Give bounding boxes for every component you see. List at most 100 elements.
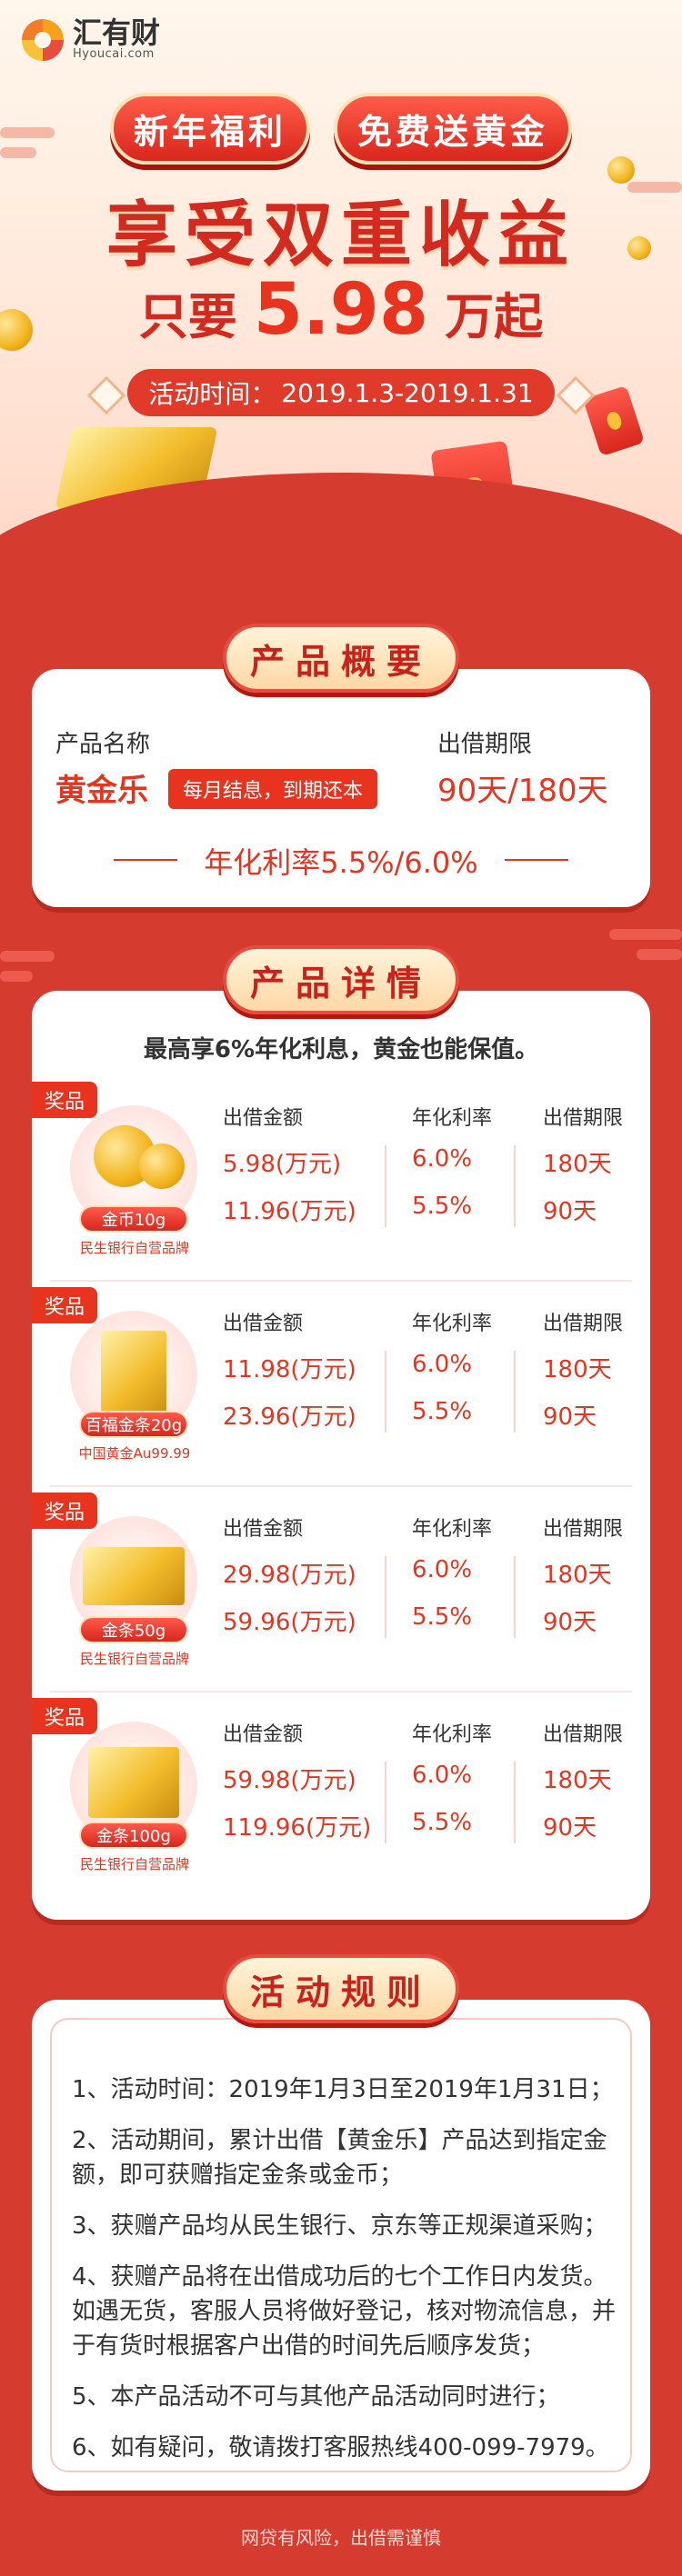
header-rate: 年化利率 bbox=[412, 1107, 493, 1130]
brand-domain: Hyoucai.com bbox=[73, 47, 155, 61]
prize-tag: 奖品 bbox=[32, 1287, 98, 1323]
column-divider bbox=[385, 1351, 386, 1433]
cell-rate: 5.5% bbox=[412, 1398, 473, 1425]
hero-ribbons: 新年福利 免费送黄金 bbox=[0, 93, 682, 165]
prize-badge: 百福金条20g bbox=[79, 1411, 188, 1438]
hero-headline: 享受双重收益 bbox=[105, 195, 576, 276]
prize-tag: 奖品 bbox=[32, 1698, 98, 1734]
prize-badge: 金币10g bbox=[79, 1205, 188, 1233]
cell-term: 180天 bbox=[543, 1356, 612, 1383]
header-term: 出借期限 bbox=[543, 1518, 624, 1541]
column-divider bbox=[385, 1556, 386, 1638]
header-term: 出借期限 bbox=[543, 1723, 624, 1746]
prize-divider bbox=[50, 1691, 632, 1692]
prize-brand: 民生银行自营品牌 bbox=[79, 1240, 189, 1256]
cell-term: 90天 bbox=[543, 1814, 597, 1842]
header-amount: 出借金额 bbox=[223, 1313, 304, 1335]
gold-bar-icon bbox=[83, 1547, 185, 1605]
gold-bar-icon bbox=[101, 1331, 166, 1418]
hero-wave bbox=[0, 473, 682, 636]
prize-item: 奖品 百福金条20g 中国黄金Au99.99 出借金额 年化利率 出借期限 11… bbox=[32, 1287, 650, 1487]
prize-divider bbox=[50, 1485, 632, 1487]
cell-term: 180天 bbox=[543, 1151, 612, 1178]
deco-line bbox=[0, 951, 55, 962]
brand-logo[interactable]: 汇有财 Hyoucai.com bbox=[22, 18, 160, 61]
product-tag: 每月结息，到期还本 bbox=[168, 769, 378, 809]
gold-bar-icon bbox=[88, 1747, 179, 1818]
ribbon-new-year: 新年福利 bbox=[109, 93, 310, 165]
cell-rate: 6.0% bbox=[412, 1762, 473, 1789]
deco-line bbox=[609, 929, 682, 940]
cell-rate: 5.5% bbox=[412, 1603, 473, 1631]
ribbon-free-gold: 免费送黄金 bbox=[334, 93, 573, 165]
activity-time-value: 2019.1.3-2019.1.31 bbox=[281, 377, 534, 408]
rules-card: 1、活动时间：2019年1月3日至2019年1月31日； 2、活动期间，累计出借… bbox=[32, 2000, 650, 2491]
column-divider bbox=[514, 1556, 516, 1638]
cell-rate: 6.0% bbox=[412, 1556, 473, 1583]
hero-banner: 汇有财 Hyoucai.com 新年福利 免费送黄金 享受双重收益 只要 5.98… bbox=[0, 0, 682, 636]
cell-term: 90天 bbox=[543, 1403, 597, 1431]
hero-subline: 只要 5.98 万起 bbox=[0, 269, 682, 351]
section-title-overview: 产品概要 bbox=[223, 624, 459, 693]
cell-term: 90天 bbox=[543, 1198, 597, 1225]
subline-prefix: 只要 bbox=[138, 288, 237, 345]
logo-icon bbox=[22, 18, 64, 61]
cell-amount: 59.96(万元) bbox=[223, 1609, 356, 1636]
rule-item: 1、活动时间：2019年1月3日至2019年1月31日； bbox=[72, 2076, 614, 2103]
cell-amount: 29.98(万元) bbox=[223, 1562, 356, 1589]
column-divider bbox=[385, 1762, 386, 1843]
header-amount: 出借金额 bbox=[223, 1723, 304, 1746]
rule-item: 3、获赠产品均从民生银行、京东等正规渠道采购； bbox=[72, 2212, 607, 2240]
activity-time-pill: 活动时间： 2019.1.3-2019.1.31 bbox=[127, 369, 555, 416]
prize-divider bbox=[50, 1280, 632, 1282]
header-rate: 年化利率 bbox=[412, 1313, 493, 1335]
header-term: 出借期限 bbox=[543, 1107, 624, 1130]
deco-line bbox=[637, 949, 682, 960]
subline-suffix: 万起 bbox=[445, 288, 544, 345]
product-term-label: 出借期限 bbox=[437, 731, 533, 758]
prize-brand: 中国黄金Au99.99 bbox=[78, 1445, 191, 1462]
product-rate: 年化利率5.5%/6.0% bbox=[204, 845, 478, 880]
rate-row: 年化利率5.5%/6.0% bbox=[32, 836, 650, 882]
cell-term: 90天 bbox=[543, 1609, 597, 1636]
column-divider bbox=[514, 1145, 516, 1227]
cell-amount: 23.96(万元) bbox=[223, 1403, 356, 1431]
prize-brand: 民生银行自营品牌 bbox=[79, 1856, 189, 1872]
cell-rate: 6.0% bbox=[412, 1145, 473, 1173]
rule-item: 4、获赠产品将在出借成功后的七个工作日内发货。如遇无货，客服人员将做好登记，核对… bbox=[72, 2263, 617, 2360]
brand-name: 汇有财 bbox=[73, 15, 161, 50]
product-term-value: 90天/180天 bbox=[437, 773, 608, 809]
cell-term: 180天 bbox=[543, 1767, 612, 1794]
header-rate: 年化利率 bbox=[412, 1723, 493, 1746]
activity-time-label: 活动时间： bbox=[148, 379, 276, 409]
rule-item: 5、本产品活动不可与其他产品活动同时进行； bbox=[72, 2383, 560, 2411]
cell-amount: 11.96(万元) bbox=[223, 1198, 356, 1225]
prize-badge: 金条50g bbox=[79, 1616, 188, 1643]
risk-disclaimer: 网贷有风险，出借需谨慎 bbox=[241, 2527, 441, 2549]
deco-line bbox=[0, 971, 33, 982]
header-rate: 年化利率 bbox=[412, 1518, 493, 1541]
prize-tag: 奖品 bbox=[32, 1493, 98, 1529]
details-intro: 最高享6%年化利息，黄金也能保值。 bbox=[143, 1036, 539, 1063]
prize-item: 奖品 金条50g 民生银行自营品牌 出借金额 年化利率 出借期限 29.98(万… bbox=[32, 1493, 650, 1692]
section-title-details: 产品详情 bbox=[223, 945, 459, 1014]
cell-amount: 5.98(万元) bbox=[223, 1151, 342, 1178]
rule-item: 6、如有疑问，敬请拨打客服热线400-099-7979。 bbox=[72, 2434, 609, 2461]
rate-divider-right bbox=[505, 859, 568, 861]
column-divider bbox=[385, 1145, 386, 1227]
section-title-rules: 活动规则 bbox=[223, 1954, 459, 2023]
subline-amount: 5.98 bbox=[253, 269, 429, 351]
cell-amount: 59.98(万元) bbox=[223, 1767, 356, 1794]
prize-brand: 民生银行自营品牌 bbox=[79, 1651, 189, 1667]
header-amount: 出借金额 bbox=[223, 1518, 304, 1541]
header-term: 出借期限 bbox=[543, 1313, 624, 1335]
prize-badge: 金条100g bbox=[79, 1822, 188, 1849]
header-amount: 出借金额 bbox=[223, 1107, 304, 1130]
cell-rate: 5.5% bbox=[412, 1809, 473, 1836]
cell-term: 180天 bbox=[543, 1562, 612, 1589]
cell-rate: 6.0% bbox=[412, 1351, 473, 1378]
overview-card: 产品名称 黄金乐 每月结息，到期还本 出借期限 90天/180天 年化利率5.5… bbox=[32, 669, 650, 907]
prize-item: 奖品 金条100g 民生银行自营品牌 出借金额 年化利率 出借期限 59.98(… bbox=[32, 1698, 650, 1898]
details-card: 最高享6%年化利息，黄金也能保值。 奖品 金币10g 民生银行自营品牌 出借金额… bbox=[32, 991, 650, 1920]
cell-amount: 11.98(万元) bbox=[223, 1356, 356, 1383]
